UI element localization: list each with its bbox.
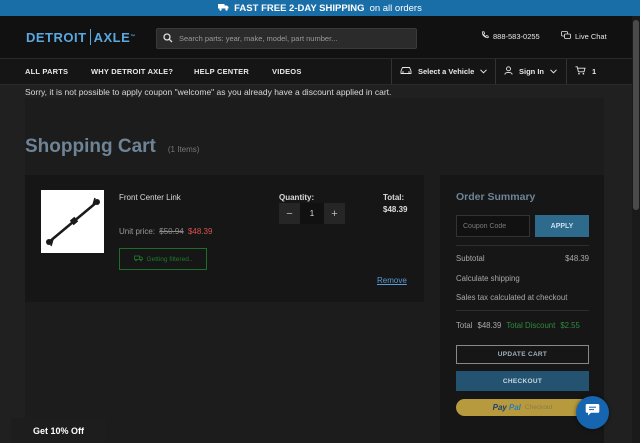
quantity-value[interactable]: 1: [300, 203, 324, 224]
get-discount-tab[interactable]: Get 10% Off: [11, 418, 106, 443]
logo[interactable]: DETROIT AXLE ™: [26, 29, 136, 45]
calculate-shipping-link[interactable]: Calculate shipping: [456, 274, 589, 283]
nav-why-detroit-axle[interactable]: WHY DETROIT AXLE?: [91, 67, 173, 76]
cart-item: Front Center Link Unit price: $50.94 $48…: [25, 175, 424, 302]
tax-row: Sales tax calculated at checkout: [456, 293, 589, 302]
promo-light-text: on all orders: [369, 2, 422, 14]
item-total-value: $48.39: [383, 205, 408, 214]
shipping-status-badge: Getting filtered..: [119, 248, 207, 270]
header: DETROIT AXLE ™ 888-583-0255 Live Chat: [0, 16, 640, 58]
chat-widget-button[interactable]: [576, 396, 609, 429]
phone-icon: [481, 31, 489, 41]
promo-bold-text: FAST FREE 2-DAY SHIPPING: [234, 2, 365, 14]
page-title: Shopping Cart (1 Items): [25, 136, 199, 158]
logo-part2: AXLE: [93, 29, 131, 45]
quantity-decrease-button[interactable]: −: [279, 203, 300, 224]
cart-icon: [575, 66, 586, 77]
logo-separator: [89, 29, 91, 45]
paypal-checkout-button[interactable]: Pay Pal Checkout: [456, 399, 589, 416]
live-chat-link[interactable]: Live Chat: [561, 31, 607, 42]
promo-bar: FAST FREE 2-DAY SHIPPING on all orders: [0, 0, 640, 16]
tax-label: Sales tax calculated at checkout: [456, 293, 568, 302]
divider: [456, 310, 589, 311]
order-summary-title: Order Summary: [456, 191, 536, 203]
user-icon: [504, 66, 513, 77]
subtotal-value: $48.39: [565, 254, 589, 263]
remove-link[interactable]: Remove: [377, 276, 407, 285]
total-row: Total $48.39 Total Discount $2.55: [456, 321, 580, 330]
checkout-button[interactable]: CHECKOUT: [456, 371, 589, 391]
select-vehicle-dropdown[interactable]: Select a Vehicle: [391, 59, 495, 84]
paypal-logo-pay: Pay: [492, 403, 507, 412]
cart-item-count: (1 Items): [167, 145, 200, 154]
plus-icon: +: [331, 207, 338, 220]
chat-icon: [561, 31, 571, 42]
logo-part1: DETROIT: [26, 29, 87, 45]
subtotal-label: Subtotal: [456, 254, 485, 263]
quantity-label: Quantity:: [279, 193, 315, 202]
update-cart-button[interactable]: UPDATE CART: [456, 345, 589, 364]
chevron-down-icon: [550, 67, 557, 76]
paypal-checkout-text: Checkout: [524, 404, 553, 411]
sign-in-dropdown[interactable]: Sign In: [495, 59, 566, 84]
total-value: $48.39: [477, 321, 502, 330]
subtotal-row: Subtotal $48.39: [456, 254, 589, 263]
phone-link[interactable]: 888-583-0255: [481, 31, 540, 41]
item-total-label: Total:: [383, 193, 405, 202]
sale-price: $48.39: [187, 227, 213, 236]
search-bar[interactable]: [156, 28, 417, 49]
search-icon: [163, 30, 173, 48]
nav-help-center[interactable]: HELP CENTER: [194, 67, 249, 76]
divider: [456, 245, 589, 246]
minus-icon: −: [286, 207, 293, 220]
nav-all-parts[interactable]: ALL PARTS: [25, 67, 68, 76]
unit-price-label: Unit price:: [119, 227, 156, 236]
product-image[interactable]: [41, 190, 104, 253]
paypal-logo-pal: Pal: [508, 403, 521, 412]
main-nav: ALL PARTS WHY DETROIT AXLE? HELP CENTER …: [0, 58, 640, 85]
chat-bubble-icon: [585, 403, 600, 422]
quantity-increase-button[interactable]: +: [324, 203, 345, 224]
car-icon: [400, 66, 412, 77]
cart-title-text: Shopping Cart: [25, 136, 156, 157]
shipping-status-text: Getting filtered..: [146, 255, 193, 263]
phone-number: 888-583-0255: [493, 31, 540, 41]
logo-trademark: ™: [130, 34, 136, 40]
apply-coupon-button[interactable]: APPLY: [535, 215, 589, 237]
quantity-stepper: − 1 +: [279, 203, 345, 224]
product-name-link[interactable]: Front Center Link: [119, 193, 181, 202]
nav-videos[interactable]: VIDEOS: [272, 67, 302, 76]
coupon-code-input[interactable]: [456, 215, 530, 237]
truck-icon: [133, 255, 143, 264]
scrollbar-thumb[interactable]: [633, 20, 639, 210]
old-price: $50.94: [159, 227, 184, 236]
coupon-error-message: Sorry, it is not possible to apply coupo…: [25, 87, 392, 97]
live-chat-label: Live Chat: [575, 32, 607, 41]
total-discount-value: $2.55: [560, 321, 580, 330]
chevron-down-icon: [480, 67, 488, 76]
total-label: Total: [456, 321, 473, 330]
unit-price: Unit price: $50.94 $48.39: [119, 227, 212, 236]
search-input[interactable]: [179, 34, 409, 43]
scrollbar[interactable]: [632, 16, 640, 443]
shipping-label: Calculate shipping: [456, 274, 520, 283]
cart-count: 1: [592, 67, 597, 76]
sign-in-label: Sign In: [519, 67, 544, 76]
truck-icon: [218, 3, 229, 14]
select-vehicle-label: Select a Vehicle: [418, 67, 475, 76]
total-discount-label: Total Discount: [506, 321, 556, 330]
cart-button[interactable]: 1: [566, 59, 632, 84]
